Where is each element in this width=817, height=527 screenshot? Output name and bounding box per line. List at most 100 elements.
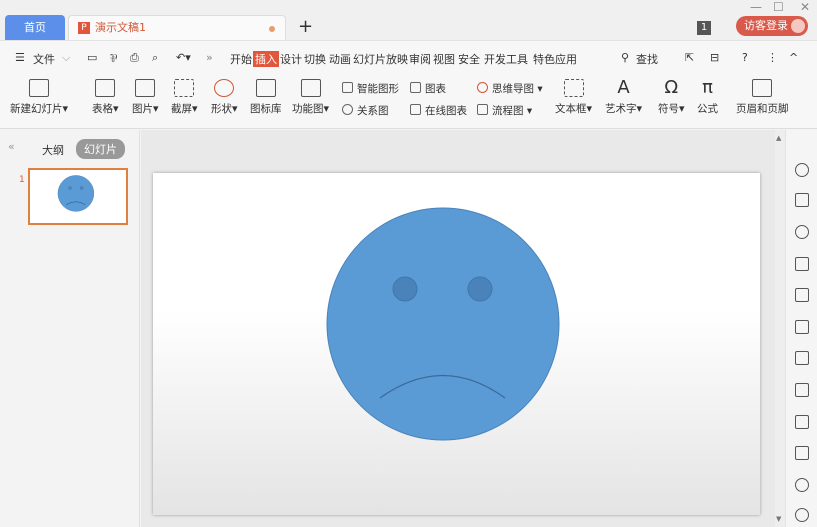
- more-icon[interactable]: »: [206, 51, 213, 64]
- unsaved-dot: [269, 26, 275, 32]
- slide-thumbnail[interactable]: [28, 168, 128, 225]
- smart-art-button[interactable]: 智能图形: [342, 81, 399, 96]
- mind-map-button[interactable]: 思维导图 ▾: [477, 81, 543, 96]
- tab-developer[interactable]: 开发工具: [484, 51, 528, 67]
- picture-button[interactable]: 图片▾: [132, 79, 159, 116]
- shape-button[interactable]: 形状▾: [211, 79, 238, 116]
- compass-icon[interactable]: [795, 508, 809, 522]
- label: 思维导图: [492, 83, 534, 95]
- collapse-panel-icon[interactable]: «: [8, 140, 15, 153]
- tab-transition[interactable]: 切换: [304, 51, 326, 67]
- file-menu[interactable]: 文件: [33, 51, 55, 67]
- tab-features[interactable]: 特色应用: [533, 51, 577, 67]
- flowchart-icon: [477, 104, 488, 115]
- tab-home[interactable]: 首页: [5, 15, 65, 40]
- shape-icon: [214, 79, 235, 97]
- sad-face[interactable]: [153, 173, 760, 515]
- slide-number: 1: [19, 175, 25, 185]
- face-circle[interactable]: [326, 207, 560, 441]
- scroll-up-icon[interactable]: ▲: [776, 134, 781, 142]
- search-icon[interactable]: ⚲: [621, 51, 629, 64]
- grid-icon[interactable]: [795, 288, 809, 302]
- header-footer-button[interactable]: 页眉和页脚: [736, 79, 789, 116]
- screenshot-button[interactable]: 截屏▾: [171, 79, 198, 116]
- slide[interactable]: [153, 173, 760, 515]
- export-icon[interactable]: [795, 383, 809, 397]
- search-button[interactable]: 查找: [636, 51, 658, 67]
- image-icon[interactable]: [795, 351, 809, 365]
- shape-icon[interactable]: [795, 225, 809, 239]
- label: 在线图表: [425, 105, 467, 117]
- label: 符号: [658, 103, 679, 115]
- right-eye[interactable]: [467, 276, 493, 302]
- window-count-badge[interactable]: 1: [697, 21, 711, 35]
- fill-icon[interactable]: [795, 257, 809, 271]
- menu-icon[interactable]: ☰: [15, 51, 25, 64]
- audio-icon[interactable]: [795, 478, 809, 492]
- save-icon[interactable]: ▭: [87, 51, 97, 64]
- right-toolbar: [785, 130, 817, 527]
- mind-map-icon: [477, 82, 488, 93]
- formula-button[interactable]: π 公式: [697, 79, 718, 116]
- vertical-scrollbar[interactable]: ▲ ▼: [775, 130, 785, 527]
- scroll-down-icon[interactable]: ▼: [776, 515, 781, 523]
- tab-view[interactable]: 视图: [433, 51, 455, 67]
- screenshot-icon: [174, 79, 195, 97]
- function-chart-button[interactable]: 功能图▾: [292, 79, 329, 116]
- online-chart-button[interactable]: 在线图表: [410, 103, 467, 118]
- maximize-button[interactable]: ☐: [773, 0, 784, 14]
- wordart-button[interactable]: A 艺术字▾: [605, 79, 642, 116]
- star-icon[interactable]: [795, 163, 809, 177]
- relation-chart-button[interactable]: 关系图: [342, 103, 389, 118]
- label: 关系图: [357, 105, 389, 117]
- login-button[interactable]: 访客登录: [736, 16, 808, 36]
- minimize-button[interactable]: —: [750, 0, 762, 14]
- tab-review[interactable]: 审阅: [409, 51, 431, 67]
- header-footer-icon: [752, 79, 773, 97]
- avatar-icon: [791, 19, 805, 33]
- more-options-button[interactable]: ⋮: [767, 51, 778, 64]
- slide-panel: « 大纲 幻灯片 1: [0, 130, 140, 527]
- tab-slides[interactable]: 幻灯片: [76, 139, 125, 159]
- new-slide-button[interactable]: 新建幻灯片▾: [10, 79, 68, 116]
- icon-library-button[interactable]: 图标库: [250, 79, 282, 116]
- tab-insert[interactable]: 插入: [253, 51, 279, 67]
- cloud-icon[interactable]: ⊟: [710, 51, 719, 64]
- icon-library-icon: [255, 79, 276, 97]
- preview-icon[interactable]: ⌕: [152, 51, 158, 65]
- symbol-button[interactable]: Ω 符号▾: [658, 79, 685, 116]
- tab-animation[interactable]: 动画: [329, 51, 351, 67]
- chart-button[interactable]: 图表: [410, 81, 446, 96]
- close-button[interactable]: ✕: [800, 0, 810, 14]
- settings-sliders-icon[interactable]: [795, 320, 809, 334]
- label: 截屏: [171, 103, 192, 115]
- omega-icon: Ω: [664, 77, 679, 98]
- table-button[interactable]: 表格▾: [92, 79, 119, 116]
- label: 形状: [211, 103, 232, 115]
- copy-icon[interactable]: [795, 193, 809, 207]
- tab-design[interactable]: 设计: [280, 51, 302, 67]
- format-painter-icon[interactable]: ⅌: [110, 51, 117, 66]
- label: 图片: [132, 103, 153, 115]
- collapse-ribbon-button[interactable]: ^: [789, 51, 798, 64]
- chevron-down-icon[interactable]: ⌵: [62, 51, 70, 65]
- share-icon[interactable]: ⇱: [685, 51, 694, 64]
- relation-icon: [342, 104, 353, 115]
- tab-security[interactable]: 安全: [458, 51, 480, 67]
- archive-icon[interactable]: [795, 415, 809, 429]
- tab-slideshow[interactable]: 幻灯片放映: [353, 51, 408, 67]
- picture-icon[interactable]: [795, 446, 809, 460]
- undo-icon[interactable]: ↶▾: [176, 51, 191, 64]
- new-tab-button[interactable]: +: [298, 16, 313, 37]
- left-eye[interactable]: [392, 276, 418, 302]
- thumbnail-face: [57, 175, 95, 212]
- tab-document[interactable]: P 演示文稿1: [68, 15, 286, 41]
- function-chart-icon: [300, 79, 321, 97]
- flowchart-button[interactable]: 流程图 ▾: [477, 103, 532, 118]
- pi-icon: π: [702, 77, 713, 98]
- help-button[interactable]: ?: [742, 51, 748, 64]
- tab-start[interactable]: 开始: [230, 51, 252, 67]
- tab-outline[interactable]: 大纲: [42, 142, 64, 158]
- print-icon[interactable]: ⎙: [130, 51, 139, 65]
- textbox-button[interactable]: 文本框▾: [555, 79, 592, 116]
